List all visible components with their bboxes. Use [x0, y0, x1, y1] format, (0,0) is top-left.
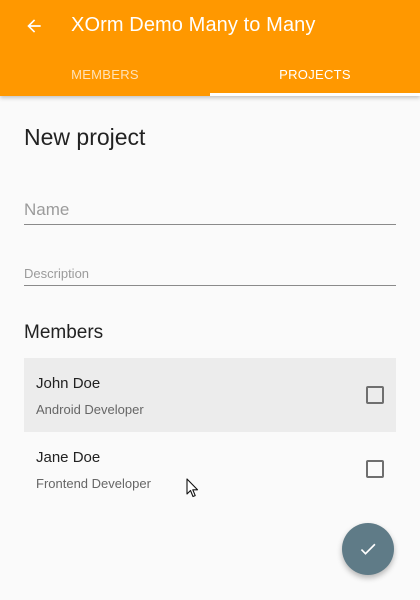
- description-input[interactable]: [24, 261, 396, 285]
- tab-indicator: [210, 93, 420, 96]
- tab-projects[interactable]: PROJECTS: [210, 52, 420, 96]
- member-role: Android Developer: [36, 402, 144, 417]
- member-name: Jane Doe: [36, 449, 101, 466]
- app-title: XOrm Demo Many to Many: [71, 14, 316, 36]
- tab-members[interactable]: MEMBERS: [0, 52, 210, 96]
- name-input[interactable]: [24, 196, 396, 224]
- toolbar: XOrm Demo Many to Many: [0, 0, 420, 52]
- app-bar: XOrm Demo Many to Many MEMBERS PROJECTS: [0, 0, 420, 96]
- tab-members-label: MEMBERS: [71, 66, 139, 82]
- list-item-john-doe[interactable]: John Doe Android Developer: [24, 358, 396, 432]
- member-checkbox[interactable]: [366, 386, 384, 404]
- description-field: [24, 261, 396, 286]
- name-field: [24, 196, 396, 225]
- tab-projects-label: PROJECTS: [279, 66, 351, 82]
- back-button[interactable]: [16, 8, 52, 44]
- check-icon: [360, 543, 376, 555]
- member-checkbox[interactable]: [366, 460, 384, 478]
- list-item-jane-doe[interactable]: Jane Doe Frontend Developer: [24, 432, 396, 506]
- save-fab-button[interactable]: [342, 523, 394, 575]
- page-title: New project: [24, 124, 146, 150]
- member-name: John Doe: [36, 375, 101, 392]
- members-section-title: Members: [24, 322, 104, 343]
- member-role: Frontend Developer: [36, 476, 151, 491]
- arrow-left-icon: [27, 19, 41, 33]
- member-list: John Doe Android Developer Jane Doe Fron…: [24, 358, 396, 506]
- tab-bar: MEMBERS PROJECTS: [0, 52, 420, 96]
